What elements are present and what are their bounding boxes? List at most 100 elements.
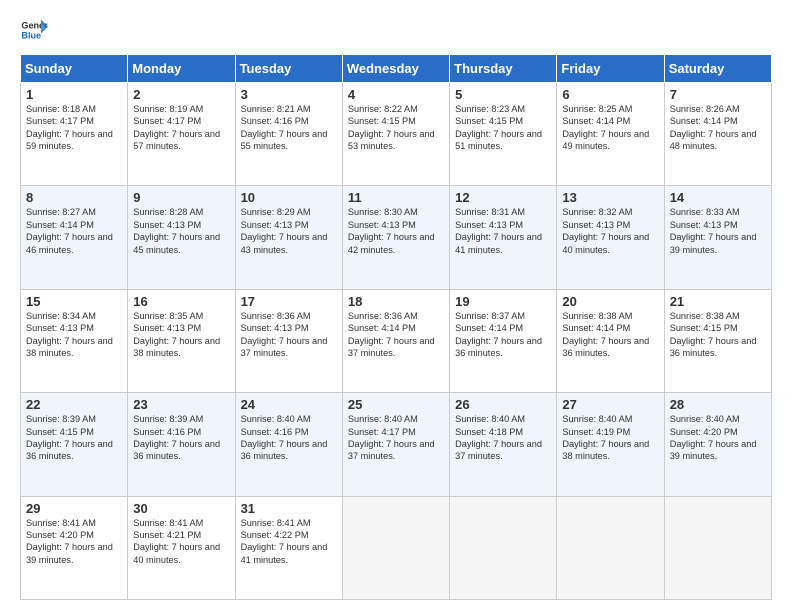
cell-details: Sunrise: 8:27 AMSunset: 4:14 PMDaylight:… [26,207,113,254]
col-header-thursday: Thursday [450,55,557,83]
day-number: 14 [670,190,767,205]
col-header-tuesday: Tuesday [235,55,342,83]
cell-details: Sunrise: 8:25 AMSunset: 4:14 PMDaylight:… [562,104,649,151]
logo: General Blue [20,16,48,44]
calendar-cell: 22 Sunrise: 8:39 AMSunset: 4:15 PMDayligh… [21,393,128,496]
calendar-cell: 21 Sunrise: 8:38 AMSunset: 4:15 PMDayligh… [664,289,771,392]
cell-details: Sunrise: 8:39 AMSunset: 4:16 PMDaylight:… [133,414,220,461]
calendar-cell: 31 Sunrise: 8:41 AMSunset: 4:22 PMDayligh… [235,496,342,599]
cell-details: Sunrise: 8:40 AMSunset: 4:19 PMDaylight:… [562,414,649,461]
cell-details: Sunrise: 8:22 AMSunset: 4:15 PMDaylight:… [348,104,435,151]
cell-details: Sunrise: 8:37 AMSunset: 4:14 PMDaylight:… [455,311,542,358]
cell-details: Sunrise: 8:32 AMSunset: 4:13 PMDaylight:… [562,207,649,254]
week-row-3: 15 Sunrise: 8:34 AMSunset: 4:13 PMDayligh… [21,289,772,392]
day-number: 15 [26,294,123,309]
cell-details: Sunrise: 8:41 AMSunset: 4:22 PMDaylight:… [241,518,328,565]
col-header-saturday: Saturday [664,55,771,83]
day-number: 17 [241,294,338,309]
day-number: 6 [562,87,659,102]
calendar-cell: 13 Sunrise: 8:32 AMSunset: 4:13 PMDayligh… [557,186,664,289]
col-header-friday: Friday [557,55,664,83]
day-number: 25 [348,397,445,412]
day-number: 5 [455,87,552,102]
col-header-sunday: Sunday [21,55,128,83]
day-number: 22 [26,397,123,412]
calendar-cell: 10 Sunrise: 8:29 AMSunset: 4:13 PMDayligh… [235,186,342,289]
day-number: 31 [241,501,338,516]
svg-text:Blue: Blue [21,30,41,40]
day-number: 12 [455,190,552,205]
day-number: 27 [562,397,659,412]
day-number: 2 [133,87,230,102]
day-number: 18 [348,294,445,309]
day-number: 30 [133,501,230,516]
calendar-cell: 20Sunrise: 8:38 AMSunset: 4:14 PMDayligh… [557,289,664,392]
calendar-cell: 8 Sunrise: 8:27 AMSunset: 4:14 PMDaylight… [21,186,128,289]
day-number: 9 [133,190,230,205]
calendar-cell: 19 Sunrise: 8:37 AMSunset: 4:14 PMDayligh… [450,289,557,392]
day-number: 28 [670,397,767,412]
day-number: 26 [455,397,552,412]
week-row-1: 1Sunrise: 8:18 AMSunset: 4:17 PMDaylight… [21,83,772,186]
day-number: 24 [241,397,338,412]
calendar-cell: 11 Sunrise: 8:30 AMSunset: 4:13 PMDayligh… [342,186,449,289]
calendar-cell: 17 Sunrise: 8:36 AMSunset: 4:13 PMDayligh… [235,289,342,392]
cell-details: Sunrise: 8:34 AMSunset: 4:13 PMDaylight:… [26,311,113,358]
day-number: 1 [26,87,123,102]
calendar-cell [664,496,771,599]
cell-details: Sunrise: 8:41 AMSunset: 4:21 PMDaylight:… [133,518,220,565]
cell-details: Sunrise: 8:29 AMSunset: 4:13 PMDaylight:… [241,207,328,254]
calendar-cell [342,496,449,599]
day-number: 21 [670,294,767,309]
day-number: 8 [26,190,123,205]
cell-details: Sunrise: 8:21 AMSunset: 4:16 PMDaylight:… [241,104,328,151]
calendar-cell: 16Sunrise: 8:35 AMSunset: 4:13 PMDayligh… [128,289,235,392]
day-number: 3 [241,87,338,102]
day-number: 7 [670,87,767,102]
calendar-cell: 6 Sunrise: 8:25 AMSunset: 4:14 PMDaylight… [557,83,664,186]
calendar-cell: 7Sunrise: 8:26 AMSunset: 4:14 PMDaylight… [664,83,771,186]
day-number: 4 [348,87,445,102]
calendar-cell: 30 Sunrise: 8:41 AMSunset: 4:21 PMDayligh… [128,496,235,599]
cell-details: Sunrise: 8:38 AMSunset: 4:14 PMDaylight:… [562,311,649,358]
calendar-cell [557,496,664,599]
calendar-cell: 29Sunrise: 8:41 AMSunset: 4:20 PMDayligh… [21,496,128,599]
day-number: 19 [455,294,552,309]
week-row-5: 29Sunrise: 8:41 AMSunset: 4:20 PMDayligh… [21,496,772,599]
cell-details: Sunrise: 8:41 AMSunset: 4:20 PMDaylight:… [26,518,113,565]
week-row-4: 22 Sunrise: 8:39 AMSunset: 4:15 PMDayligh… [21,393,772,496]
cell-details: Sunrise: 8:39 AMSunset: 4:15 PMDaylight:… [26,414,113,461]
day-number: 11 [348,190,445,205]
cell-details: Sunrise: 8:40 AMSunset: 4:20 PMDaylight:… [670,414,757,461]
calendar-header: SundayMondayTuesdayWednesdayThursdayFrid… [21,55,772,83]
cell-details: Sunrise: 8:40 AMSunset: 4:18 PMDaylight:… [455,414,542,461]
calendar-cell: 24 Sunrise: 8:40 AMSunset: 4:16 PMDayligh… [235,393,342,496]
cell-details: Sunrise: 8:36 AMSunset: 4:14 PMDaylight:… [348,311,435,358]
page-header: General Blue [20,16,772,44]
calendar-cell: 5 Sunrise: 8:23 AMSunset: 4:15 PMDaylight… [450,83,557,186]
cell-details: Sunrise: 8:31 AMSunset: 4:13 PMDaylight:… [455,207,542,254]
calendar-table: SundayMondayTuesdayWednesdayThursdayFrid… [20,54,772,600]
cell-details: Sunrise: 8:19 AMSunset: 4:17 PMDaylight:… [133,104,220,151]
calendar-cell: 4 Sunrise: 8:22 AMSunset: 4:15 PMDaylight… [342,83,449,186]
cell-details: Sunrise: 8:38 AMSunset: 4:15 PMDaylight:… [670,311,757,358]
calendar-cell: 2 Sunrise: 8:19 AMSunset: 4:17 PMDaylight… [128,83,235,186]
header-row: SundayMondayTuesdayWednesdayThursdayFrid… [21,55,772,83]
day-number: 23 [133,397,230,412]
col-header-wednesday: Wednesday [342,55,449,83]
calendar-cell [450,496,557,599]
cell-details: Sunrise: 8:36 AMSunset: 4:13 PMDaylight:… [241,311,328,358]
cell-details: Sunrise: 8:40 AMSunset: 4:17 PMDaylight:… [348,414,435,461]
day-number: 10 [241,190,338,205]
calendar-cell: 25 Sunrise: 8:40 AMSunset: 4:17 PMDayligh… [342,393,449,496]
cell-details: Sunrise: 8:28 AMSunset: 4:13 PMDaylight:… [133,207,220,254]
cell-details: Sunrise: 8:30 AMSunset: 4:13 PMDaylight:… [348,207,435,254]
cell-details: Sunrise: 8:40 AMSunset: 4:16 PMDaylight:… [241,414,328,461]
calendar-cell: 12 Sunrise: 8:31 AMSunset: 4:13 PMDayligh… [450,186,557,289]
cell-details: Sunrise: 8:23 AMSunset: 4:15 PMDaylight:… [455,104,542,151]
day-number: 13 [562,190,659,205]
col-header-monday: Monday [128,55,235,83]
calendar-cell: 15 Sunrise: 8:34 AMSunset: 4:13 PMDayligh… [21,289,128,392]
logo-icon: General Blue [20,16,48,44]
calendar-cell: 28 Sunrise: 8:40 AMSunset: 4:20 PMDayligh… [664,393,771,496]
